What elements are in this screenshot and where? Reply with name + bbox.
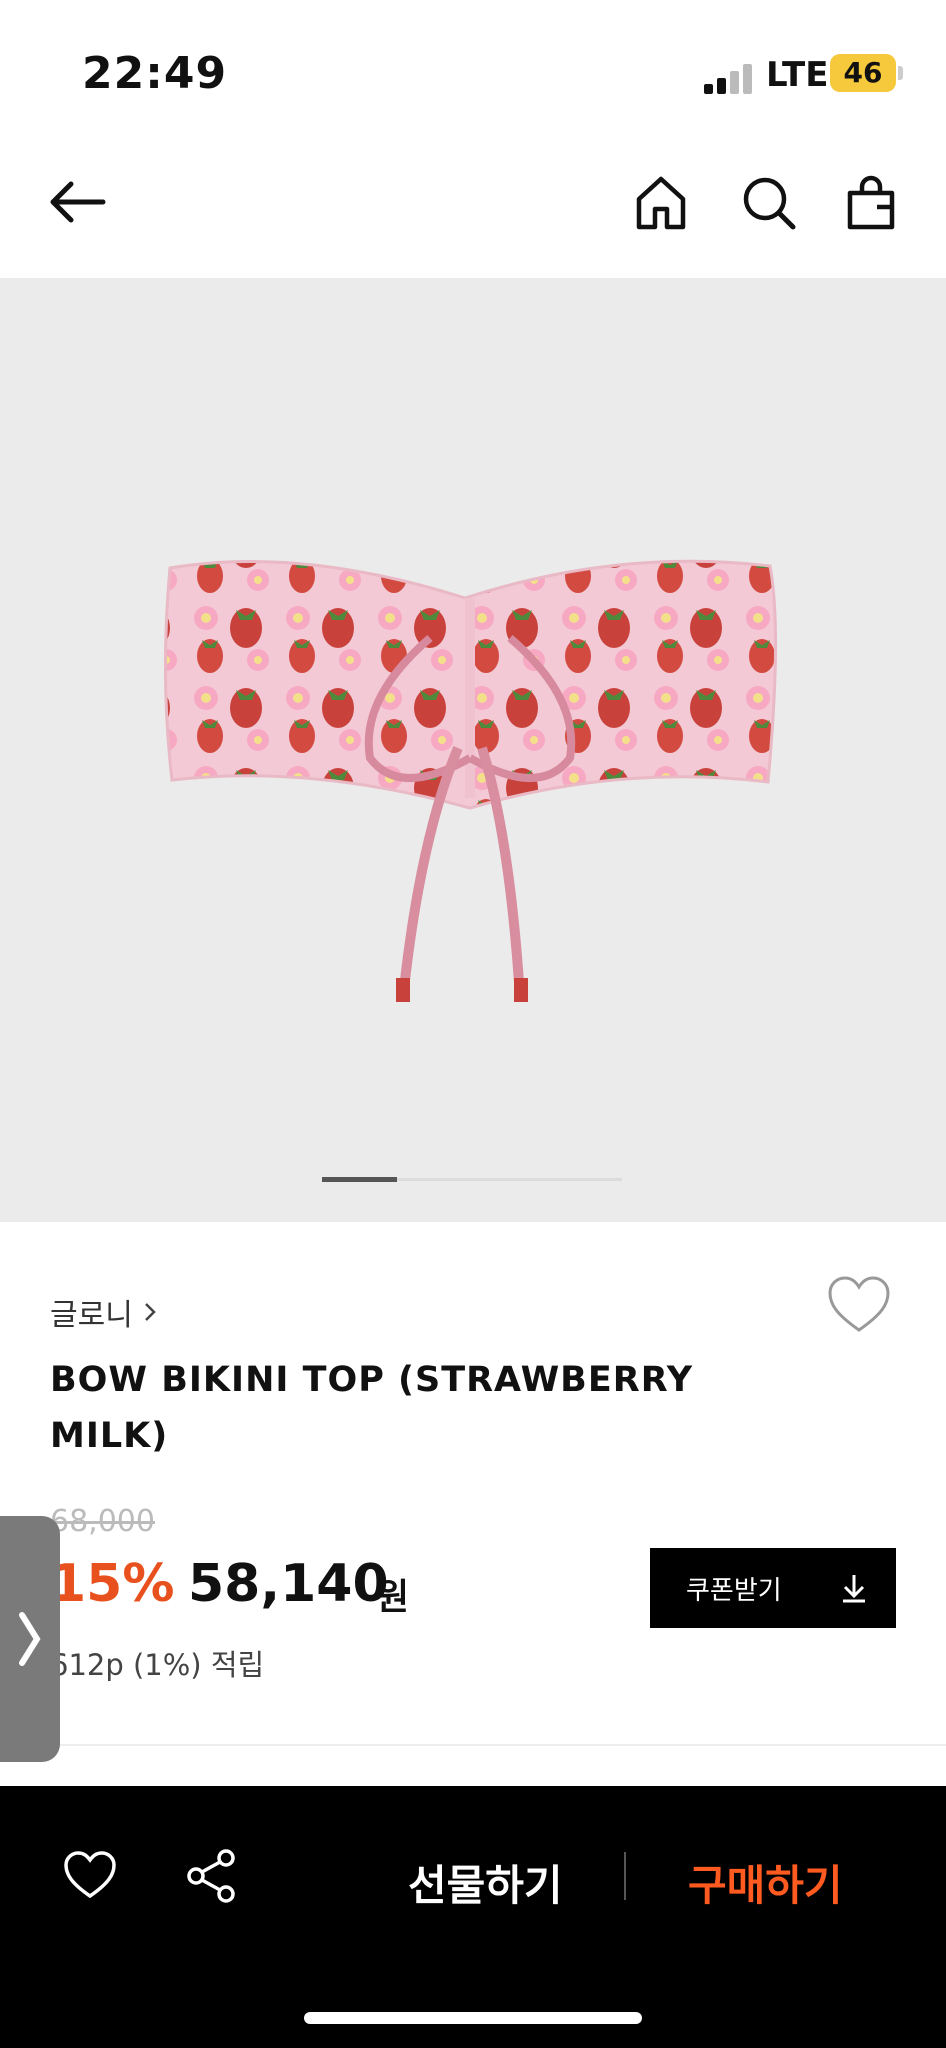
chevron-right-icon	[19, 1612, 41, 1666]
discount-rate: 15%	[50, 1554, 175, 1614]
gift-button[interactable]: 선물하기	[408, 1852, 563, 1913]
wishlist-heart-icon[interactable]	[58, 1844, 122, 1908]
product-image	[163, 559, 778, 1002]
product-info: 글로니 BOW BIKINI TOP (STRAWBERRY MILK) 68,…	[0, 1222, 946, 1782]
network-label: LTE	[766, 55, 829, 95]
status-bar: 22:49 LTE 46	[0, 0, 946, 140]
battery-icon: 46	[830, 54, 896, 92]
search-icon[interactable]	[734, 168, 804, 238]
reward-points: 612p (1%) 적립	[50, 1648, 265, 1682]
coupon-button-label: 쿠폰받기	[686, 1575, 782, 1606]
buy-button[interactable]: 구매하기	[688, 1852, 843, 1913]
shopping-bag-icon[interactable]	[836, 168, 906, 238]
side-drawer-handle[interactable]	[0, 1516, 60, 1762]
wishlist-heart-icon[interactable]	[826, 1274, 892, 1336]
brand-link[interactable]: 글로니	[50, 1290, 157, 1334]
sale-price: 58,140	[188, 1554, 389, 1614]
product-title: BOW BIKINI TOP (STRAWBERRY MILK)	[50, 1360, 694, 1456]
section-divider	[0, 1744, 946, 1746]
image-pager-indicator	[322, 1177, 397, 1182]
status-time: 22:49	[82, 48, 228, 99]
original-price: 68,000	[50, 1504, 155, 1539]
product-image-gallery[interactable]	[0, 278, 946, 1222]
button-separator	[624, 1852, 626, 1900]
download-icon	[843, 1575, 865, 1603]
home-icon[interactable]	[626, 168, 696, 238]
chevron-right-icon	[144, 1303, 156, 1321]
home-indicator[interactable]	[304, 2012, 642, 2024]
top-navigation	[0, 140, 946, 278]
battery-tip	[898, 66, 903, 80]
battery-level: 46	[843, 56, 883, 89]
signal-icon	[704, 62, 764, 94]
back-arrow-icon[interactable]	[42, 167, 112, 237]
brand-name: 글로니	[50, 1298, 133, 1333]
coupon-download-button[interactable]: 쿠폰받기	[650, 1548, 896, 1628]
image-pager	[322, 1177, 622, 1182]
share-icon[interactable]	[180, 1844, 244, 1908]
bottom-action-bar: 선물하기 구매하기	[0, 1786, 946, 2048]
currency-unit: 원	[376, 1577, 410, 1618]
